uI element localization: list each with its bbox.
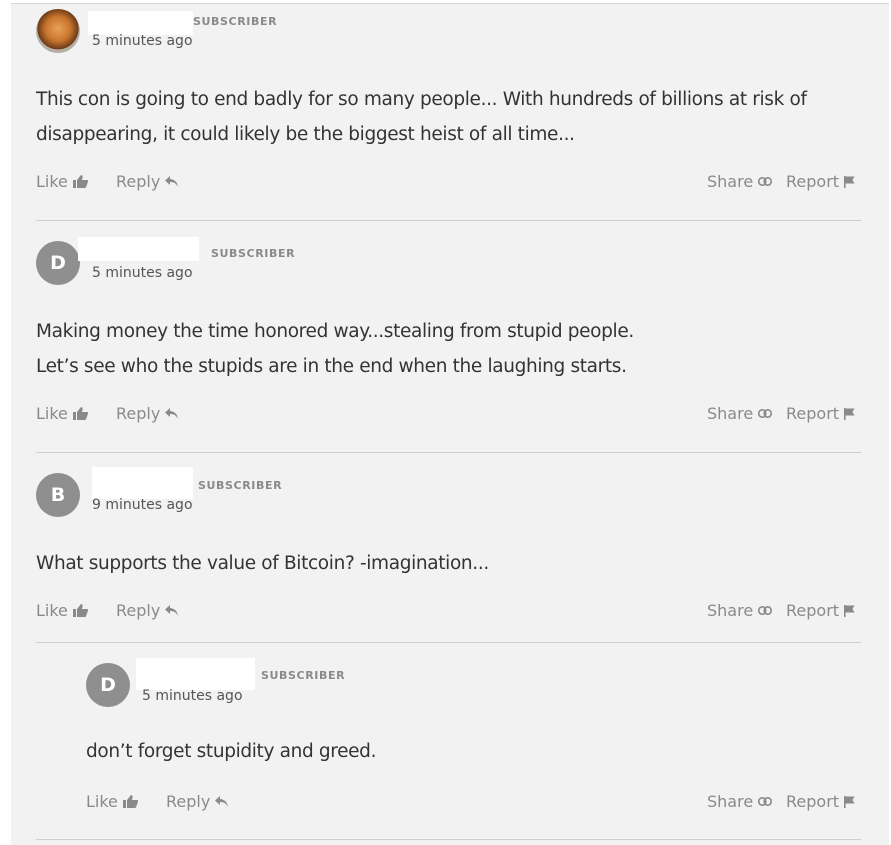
report-label: Report <box>786 404 840 423</box>
report-label: Report <box>786 172 840 191</box>
comment-line: don’t forget stupidity and greed. <box>86 741 377 762</box>
report-label: Report <box>786 792 840 811</box>
avatar[interactable] <box>36 9 80 53</box>
flag-icon <box>844 604 855 617</box>
link-icon <box>758 606 773 615</box>
reply-label: Reply <box>116 601 161 620</box>
comment-timestamp: 5 minutes ago <box>92 33 193 49</box>
reply-arrow-icon <box>165 176 179 187</box>
reply-button[interactable]: Reply <box>166 792 229 811</box>
like-button[interactable]: Like <box>86 792 138 811</box>
thumbs-up-icon <box>72 175 88 188</box>
link-icon <box>758 177 773 186</box>
divider <box>36 452 861 453</box>
comment-actions: Like Reply Share Report <box>86 792 866 814</box>
report-button[interactable]: Report <box>786 404 855 423</box>
comment-line: What supports the value of Bitcoin? -ima… <box>36 553 489 574</box>
report-label: Report <box>786 601 840 620</box>
comment-actions: Like Reply Share Report <box>36 172 866 194</box>
comment-timestamp: 5 minutes ago <box>142 688 243 704</box>
like-label: Like <box>86 792 118 811</box>
thumbs-up-icon <box>72 604 88 617</box>
share-label: Share <box>707 172 754 191</box>
comment-line: This con is going to end badly for so ma… <box>36 89 807 110</box>
subscriber-badge: SUBSCRIBER <box>198 479 283 492</box>
reply-arrow-icon <box>165 605 179 616</box>
avatar[interactable]: B <box>36 473 80 517</box>
share-button[interactable]: Share <box>707 172 773 191</box>
comment-actions: Like Reply Share Report <box>36 404 866 426</box>
like-button[interactable]: Like <box>36 172 88 191</box>
share-button[interactable]: Share <box>707 601 773 620</box>
comment-line: Making money the time honored way...stea… <box>36 321 634 342</box>
comment-body: This con is going to end badly for so ma… <box>36 82 807 152</box>
report-button[interactable]: Report <box>786 172 855 191</box>
reply-button[interactable]: Reply <box>116 404 179 423</box>
flag-icon <box>844 407 855 420</box>
divider <box>36 839 861 840</box>
reply-label: Reply <box>116 172 161 191</box>
comment-line: Let’s see who the stupids are in the end… <box>36 356 627 377</box>
subscriber-badge: SUBSCRIBER <box>193 15 278 28</box>
comment-timestamp: 5 minutes ago <box>92 265 193 281</box>
comment-body: don’t forget stupidity and greed. <box>86 734 376 769</box>
comment-body: Making money the time honored way...stea… <box>36 314 634 384</box>
share-button[interactable]: Share <box>707 404 773 423</box>
username-redacted[interactable] <box>78 237 199 261</box>
reply-button[interactable]: Reply <box>116 601 179 620</box>
comment-timestamp: 9 minutes ago <box>92 497 193 513</box>
flag-icon <box>844 795 855 808</box>
share-label: Share <box>707 404 754 423</box>
thumbs-up-icon <box>122 795 138 808</box>
username-redacted[interactable] <box>88 11 193 35</box>
reply-button[interactable]: Reply <box>116 172 179 191</box>
comments-panel: SUBSCRIBER 5 minutes ago This con is goi… <box>11 3 889 845</box>
subscriber-badge: SUBSCRIBER <box>211 247 296 260</box>
share-label: Share <box>707 601 754 620</box>
avatar[interactable]: D <box>36 241 80 285</box>
divider <box>36 642 861 643</box>
link-icon <box>758 409 773 418</box>
share-label: Share <box>707 792 754 811</box>
username-redacted[interactable] <box>136 658 255 690</box>
reply-arrow-icon <box>165 408 179 419</box>
reply-arrow-icon <box>215 796 229 807</box>
comment-body: What supports the value of Bitcoin? -ima… <box>36 546 489 581</box>
comment-line: disappearing, it could likely be the big… <box>36 124 575 145</box>
like-button[interactable]: Like <box>36 404 88 423</box>
like-button[interactable]: Like <box>36 601 88 620</box>
comment-actions: Like Reply Share Report <box>36 601 866 623</box>
like-label: Like <box>36 172 68 191</box>
share-button[interactable]: Share <box>707 792 773 811</box>
like-label: Like <box>36 601 68 620</box>
reply-label: Reply <box>116 404 161 423</box>
report-button[interactable]: Report <box>786 601 855 620</box>
reply-label: Reply <box>166 792 211 811</box>
link-icon <box>758 797 773 806</box>
like-label: Like <box>36 404 68 423</box>
username-redacted[interactable] <box>92 467 193 499</box>
report-button[interactable]: Report <box>786 792 855 811</box>
subscriber-badge: SUBSCRIBER <box>261 669 346 682</box>
avatar[interactable]: D <box>86 663 130 707</box>
flag-icon <box>844 175 855 188</box>
divider <box>36 220 861 221</box>
thumbs-up-icon <box>72 407 88 420</box>
